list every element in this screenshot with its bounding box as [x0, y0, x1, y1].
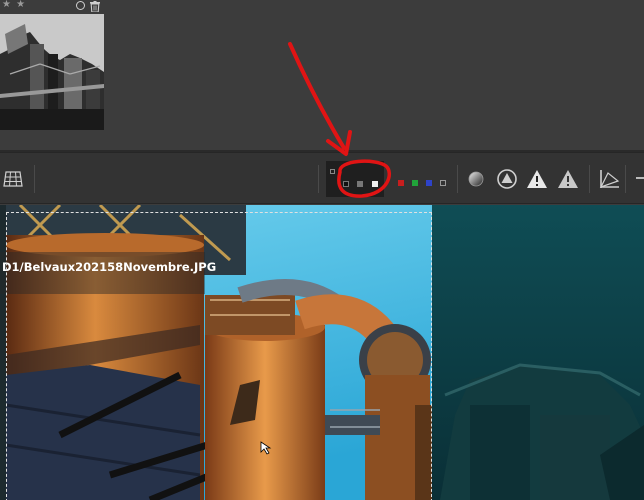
luminance-channel-button[interactable] — [440, 180, 446, 186]
background-white-swatch[interactable] — [372, 181, 378, 187]
background-black-swatch[interactable] — [343, 181, 349, 187]
filmstrip: ★ ★ — [0, 0, 644, 152]
toolbar-separator — [625, 165, 626, 193]
clip-warning-shadows-icon[interactable] — [494, 166, 520, 192]
preview-background-group — [326, 161, 384, 197]
blue-channel-button[interactable] — [426, 180, 432, 186]
gamut-icon[interactable] — [596, 166, 622, 192]
image-toolbar — [0, 152, 644, 204]
clip-warning-icon[interactable] — [555, 166, 581, 192]
toolbar-separator — [34, 165, 35, 193]
thumbnail-image[interactable] — [0, 14, 104, 130]
thumbnail[interactable]: ★ ★ — [0, 0, 106, 130]
green-channel-button[interactable] — [412, 180, 418, 186]
thumbnail-rating-stars[interactable]: ★ ★ — [2, 0, 26, 10]
toolbar-separator — [457, 165, 458, 193]
toolbar-separator — [318, 165, 319, 193]
circle-reject-icon[interactable] — [76, 1, 85, 10]
image-viewer[interactable]: D1/Belvaux202158Novembre.JPG — [0, 205, 644, 500]
grid-overlay-icon[interactable] — [0, 166, 26, 192]
background-gray-swatch[interactable] — [357, 181, 363, 187]
toolbar-separator — [589, 165, 590, 193]
pointer-cursor-icon — [260, 441, 272, 455]
preview-toggle-icon[interactable] — [330, 169, 335, 174]
red-channel-button[interactable] — [398, 180, 404, 186]
clip-warning-highlights-icon[interactable] — [524, 166, 550, 192]
focus-mask-icon[interactable] — [463, 166, 489, 192]
trash-icon[interactable] — [90, 1, 100, 12]
crop-frame[interactable] — [6, 212, 432, 500]
overflow-icon[interactable] — [636, 177, 644, 179]
